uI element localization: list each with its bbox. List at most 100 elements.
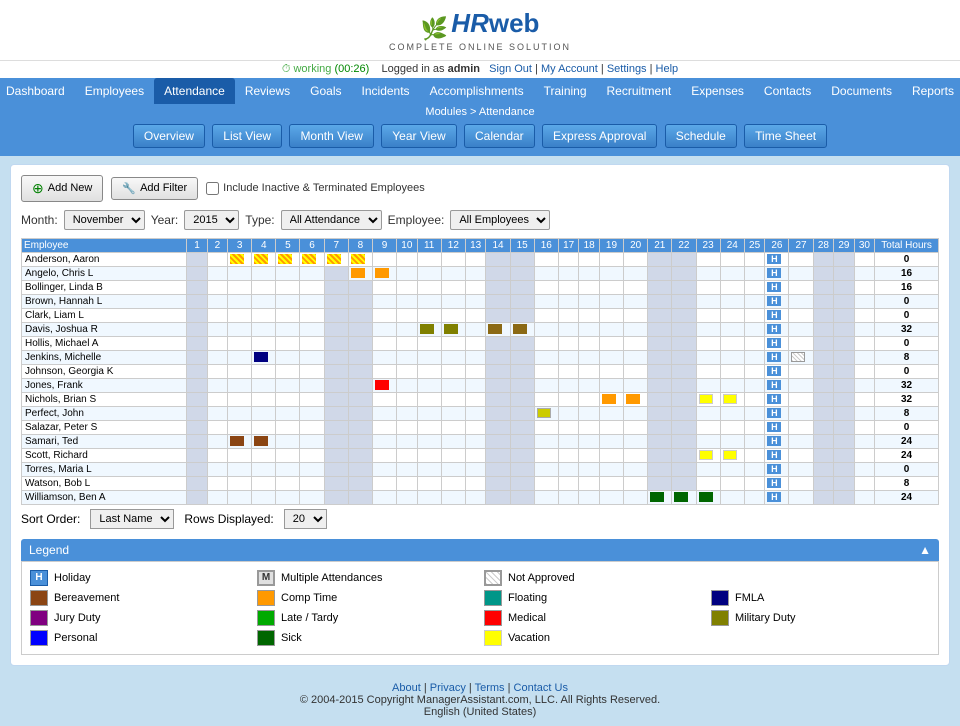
day-3[interactable] xyxy=(228,448,252,462)
day-18[interactable] xyxy=(579,322,600,336)
day-16[interactable] xyxy=(534,322,558,336)
day-29[interactable] xyxy=(834,280,855,294)
day-17[interactable] xyxy=(558,392,579,406)
day-6[interactable] xyxy=(300,364,324,378)
day-29[interactable] xyxy=(834,406,855,420)
day-12[interactable] xyxy=(441,392,465,406)
my-account-link[interactable]: My Account xyxy=(541,63,598,75)
day-27[interactable] xyxy=(789,280,813,294)
day-18[interactable] xyxy=(579,406,600,420)
day-2[interactable] xyxy=(207,364,227,378)
day-7[interactable] xyxy=(324,420,348,434)
nav-accomplishments[interactable]: Accomplishments xyxy=(420,78,534,104)
day-26[interactable]: H xyxy=(765,490,789,504)
day-5[interactable] xyxy=(276,462,300,476)
day-9[interactable] xyxy=(372,490,396,504)
add-filter-button[interactable]: 🔧 Add Filter xyxy=(111,177,198,200)
day-6[interactable] xyxy=(300,266,324,280)
day-30[interactable] xyxy=(854,266,875,280)
day-28[interactable] xyxy=(813,350,834,364)
day-25[interactable] xyxy=(744,336,765,350)
day-18[interactable] xyxy=(579,420,600,434)
day-13[interactable] xyxy=(465,294,486,308)
day-25[interactable] xyxy=(744,294,765,308)
contact-link[interactable]: Contact Us xyxy=(514,682,568,694)
day-7[interactable] xyxy=(324,434,348,448)
day-27[interactable] xyxy=(789,308,813,322)
day-7[interactable] xyxy=(324,252,348,266)
day-6[interactable] xyxy=(300,476,324,490)
day-3[interactable] xyxy=(228,308,252,322)
day-18[interactable] xyxy=(579,490,600,504)
day-9[interactable] xyxy=(372,420,396,434)
day-21[interactable] xyxy=(648,280,672,294)
day-24[interactable] xyxy=(720,350,744,364)
rows-displayed-select[interactable]: 10 20 30 50 xyxy=(284,509,327,529)
day-16[interactable] xyxy=(534,280,558,294)
day-30[interactable] xyxy=(854,378,875,392)
day-26[interactable]: H xyxy=(765,392,789,406)
day-17[interactable] xyxy=(558,364,579,378)
day-25[interactable] xyxy=(744,434,765,448)
day-17[interactable] xyxy=(558,434,579,448)
day-27[interactable] xyxy=(789,392,813,406)
day-16[interactable] xyxy=(534,336,558,350)
day-21[interactable] xyxy=(648,476,672,490)
day-20[interactable] xyxy=(624,476,648,490)
day-12[interactable] xyxy=(441,364,465,378)
day-25[interactable] xyxy=(744,406,765,420)
day-23[interactable] xyxy=(696,378,720,392)
day-12[interactable] xyxy=(441,476,465,490)
day-23[interactable] xyxy=(696,252,720,266)
nav-reviews[interactable]: Reviews xyxy=(235,78,300,104)
sort-order-select[interactable]: Last Name First Name xyxy=(90,509,174,529)
day-27[interactable] xyxy=(789,336,813,350)
day-28[interactable] xyxy=(813,266,834,280)
day-27[interactable] xyxy=(789,476,813,490)
day-8[interactable] xyxy=(348,448,372,462)
month-view-button[interactable]: Month View xyxy=(289,124,373,148)
day-7[interactable] xyxy=(324,406,348,420)
day-5[interactable] xyxy=(276,294,300,308)
day-11[interactable] xyxy=(417,420,441,434)
day-14[interactable] xyxy=(486,364,510,378)
day-29[interactable] xyxy=(834,378,855,392)
day-18[interactable] xyxy=(579,392,600,406)
day-27[interactable] xyxy=(789,350,813,364)
legend-toggle-icon[interactable]: ▲ xyxy=(919,543,931,557)
breadcrumb-attendance[interactable]: Attendance xyxy=(479,106,535,118)
day-17[interactable] xyxy=(558,420,579,434)
day-12[interactable] xyxy=(441,434,465,448)
day-26[interactable]: H xyxy=(765,266,789,280)
day-12[interactable] xyxy=(441,448,465,462)
day-28[interactable] xyxy=(813,406,834,420)
day-2[interactable] xyxy=(207,336,227,350)
day-19[interactable] xyxy=(599,406,623,420)
day-5[interactable] xyxy=(276,350,300,364)
day-10[interactable] xyxy=(397,336,418,350)
day-23[interactable] xyxy=(696,364,720,378)
day-26[interactable]: H xyxy=(765,378,789,392)
day-27[interactable] xyxy=(789,378,813,392)
day-24[interactable] xyxy=(720,420,744,434)
nav-contacts[interactable]: Contacts xyxy=(754,78,821,104)
day-26[interactable]: H xyxy=(765,252,789,266)
day-11[interactable] xyxy=(417,392,441,406)
nav-goals[interactable]: Goals xyxy=(300,78,351,104)
day-6[interactable] xyxy=(300,392,324,406)
day-15[interactable] xyxy=(510,420,534,434)
day-13[interactable] xyxy=(465,462,486,476)
day-20[interactable] xyxy=(624,448,648,462)
day-10[interactable] xyxy=(397,392,418,406)
day-21[interactable] xyxy=(648,252,672,266)
day-4[interactable] xyxy=(252,420,276,434)
day-7[interactable] xyxy=(324,266,348,280)
day-25[interactable] xyxy=(744,280,765,294)
day-11[interactable] xyxy=(417,280,441,294)
day-22[interactable] xyxy=(672,406,696,420)
day-28[interactable] xyxy=(813,420,834,434)
day-2[interactable] xyxy=(207,462,227,476)
day-6[interactable] xyxy=(300,490,324,504)
day-28[interactable] xyxy=(813,462,834,476)
day-12[interactable] xyxy=(441,308,465,322)
